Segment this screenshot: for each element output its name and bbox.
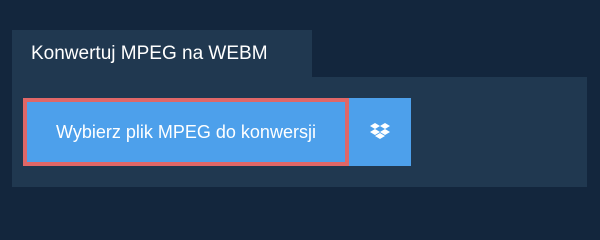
select-file-button[interactable]: Wybierz plik MPEG do konwersji	[23, 98, 349, 166]
tab-title: Konwertuj MPEG na WEBM	[31, 43, 268, 64]
converter-tab: Konwertuj MPEG na WEBM	[12, 30, 312, 77]
select-file-label: Wybierz plik MPEG do konwersji	[56, 122, 316, 142]
dropbox-button[interactable]	[349, 98, 411, 166]
dropbox-icon	[370, 123, 390, 141]
